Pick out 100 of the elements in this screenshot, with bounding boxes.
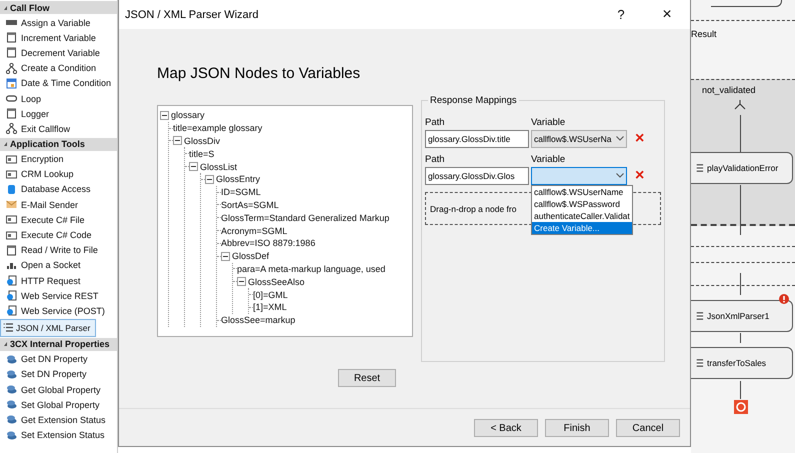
tree-node[interactable]: GlossDiv <box>184 136 220 146</box>
card-icon <box>6 214 17 226</box>
document-icon <box>6 32 17 44</box>
branch-label: Result <box>691 29 717 39</box>
reset-button[interactable]: Reset <box>338 369 396 387</box>
dropdown-option[interactable]: callflow$.WSPassword <box>532 198 632 210</box>
card-icon <box>6 168 17 180</box>
card-icon <box>6 230 17 241</box>
collapse-toggle[interactable] <box>173 136 182 146</box>
toolbox-item[interactable]: CRM Lookup <box>0 166 117 182</box>
toolbox-item[interactable]: Loop <box>0 90 117 106</box>
tree-node[interactable]: glossary <box>171 110 205 120</box>
flow-node[interactable]: JsonXmlParser1 <box>691 300 793 332</box>
toolbox-item[interactable]: Execute C# Code <box>0 227 117 243</box>
toolbox-item[interactable]: Get DN Property <box>0 352 117 367</box>
variable-dropdown[interactable]: callflow$.WSUserNa <box>531 130 627 148</box>
tree-node[interactable]: GlossEntry <box>216 174 260 184</box>
stack-icon <box>6 399 17 410</box>
tree-node[interactable]: title=example glossary <box>173 123 262 134</box>
list-icon <box>694 358 704 368</box>
path-field[interactable]: glossary.GlossDiv.Glos <box>425 166 529 184</box>
document-icon <box>6 108 17 120</box>
tree-node[interactable]: Abbrev=ISO 8879:1986 <box>221 238 316 248</box>
branch-label: not_validated <box>702 85 756 95</box>
toolbox-item[interactable]: Increment Variable <box>0 30 117 46</box>
stack-icon <box>6 384 17 396</box>
toolbox-item[interactable]: Exit Callflow <box>0 121 117 136</box>
caret-icon <box>616 136 624 141</box>
toolbox-item[interactable]: Web Service REST <box>0 288 117 304</box>
tree-node[interactable]: SortAs=SGML <box>221 200 279 210</box>
toolbox-item[interactable]: Create a Condition <box>0 60 117 76</box>
tree-node[interactable]: GlossSeeAlso <box>248 276 305 287</box>
toolbox-item[interactable]: E-Mail Sender <box>0 197 117 212</box>
toolbox-item[interactable]: Encryption <box>0 152 117 167</box>
toolbox-item[interactable]: JSON / XML Parser <box>0 318 96 337</box>
toolbox-item[interactable]: Logger <box>0 106 117 122</box>
tree-node[interactable]: [0]=GML <box>253 290 288 300</box>
flow-node[interactable]: playValidationError <box>691 152 793 184</box>
close-button[interactable]: × <box>644 0 690 29</box>
toolbox-item[interactable]: Execute C# File <box>0 212 117 228</box>
toolbox-item[interactable]: Date & Time Condition <box>0 76 117 91</box>
document-icon <box>6 244 17 256</box>
tree-node[interactable]: ID=SGML <box>221 187 261 198</box>
tree-node[interactable]: Acronym=SGML <box>221 226 288 236</box>
envelope-icon <box>6 199 17 210</box>
drop-hint: Drag-n-drop a node fro <box>430 204 516 214</box>
remove-button[interactable]: × <box>635 168 644 184</box>
tree-node[interactable]: GlossDef <box>232 251 270 262</box>
collapse-toggle[interactable] <box>205 174 214 184</box>
footer-button[interactable]: Cancel <box>616 419 680 437</box>
caret-icon <box>616 173 624 178</box>
toolbox-item[interactable]: Assign a Variable <box>0 15 117 30</box>
globe-icon <box>6 290 17 302</box>
group-header[interactable]: 3CX Internal Properties <box>0 338 117 351</box>
toolbox-item[interactable]: Open a Socket <box>0 258 117 273</box>
toolbox-item[interactable]: Database Access <box>0 182 117 198</box>
toolbox-item[interactable]: Get Global Property <box>0 382 117 398</box>
path-label: Path <box>425 154 446 165</box>
list-icon <box>694 311 704 321</box>
collapse-toggle[interactable] <box>189 162 198 172</box>
remove-button[interactable]: × <box>635 130 644 146</box>
stack-icon <box>6 368 17 380</box>
path-label: Path <box>425 117 446 128</box>
toolbox-item[interactable]: Set Extension Status <box>0 428 117 443</box>
group-title: Response Mappings <box>428 95 519 106</box>
group-header[interactable]: Call Flow <box>0 1 117 14</box>
tree-node[interactable]: para=A meta-markup language, used <box>237 264 386 274</box>
card-icon <box>6 154 17 165</box>
flow-node[interactable]: transferToSales <box>691 347 793 379</box>
toolbox-item[interactable]: Web Service (POST) <box>0 303 117 319</box>
stack-icon <box>6 430 17 441</box>
merge-icon <box>734 100 746 110</box>
tree-node[interactable]: title=S <box>189 148 214 159</box>
tree-node[interactable]: GlossTerm=Standard Generalized Markup <box>221 212 390 223</box>
collapse-toggle[interactable] <box>237 277 246 286</box>
path-field[interactable]: glossary.GlossDiv.title <box>425 130 529 148</box>
toolbox-item[interactable]: Decrement Variable <box>0 45 117 61</box>
loop-icon <box>6 93 17 104</box>
dropdown-option[interactable]: Create Variable... <box>532 222 632 234</box>
calendar-icon <box>6 78 17 89</box>
collapse-toggle[interactable] <box>221 252 230 261</box>
collapse-toggle[interactable] <box>160 110 169 120</box>
footer-button[interactable]: < Back <box>474 419 538 437</box>
wizard-heading: Map JSON Nodes to Variables <box>157 65 362 84</box>
toolbox-item[interactable]: Set DN Property <box>0 366 117 382</box>
dropdown-option[interactable]: authenticateCaller.Validat <box>532 210 632 222</box>
list-icon <box>694 163 704 173</box>
cylinder-icon <box>6 184 17 195</box>
toolbox-item[interactable]: Set Global Property <box>0 397 117 412</box>
toolbox-item[interactable]: Get Extension Status <box>0 412 117 428</box>
help-button[interactable]: ? <box>598 0 644 29</box>
toolbox-item[interactable]: Read / Write to File <box>0 242 117 258</box>
tree-node[interactable]: GlossSee=markup <box>221 315 296 326</box>
globe-icon <box>6 305 17 316</box>
group-header[interactable]: Application Tools <box>0 138 117 150</box>
toolbox-item[interactable]: HTTP Request <box>0 273 117 288</box>
tree-node[interactable]: GlossList <box>200 162 238 172</box>
tree-node[interactable]: [1]=XML <box>253 302 287 312</box>
footer-button[interactable]: Finish <box>545 419 609 437</box>
nodes-icon <box>6 123 17 134</box>
